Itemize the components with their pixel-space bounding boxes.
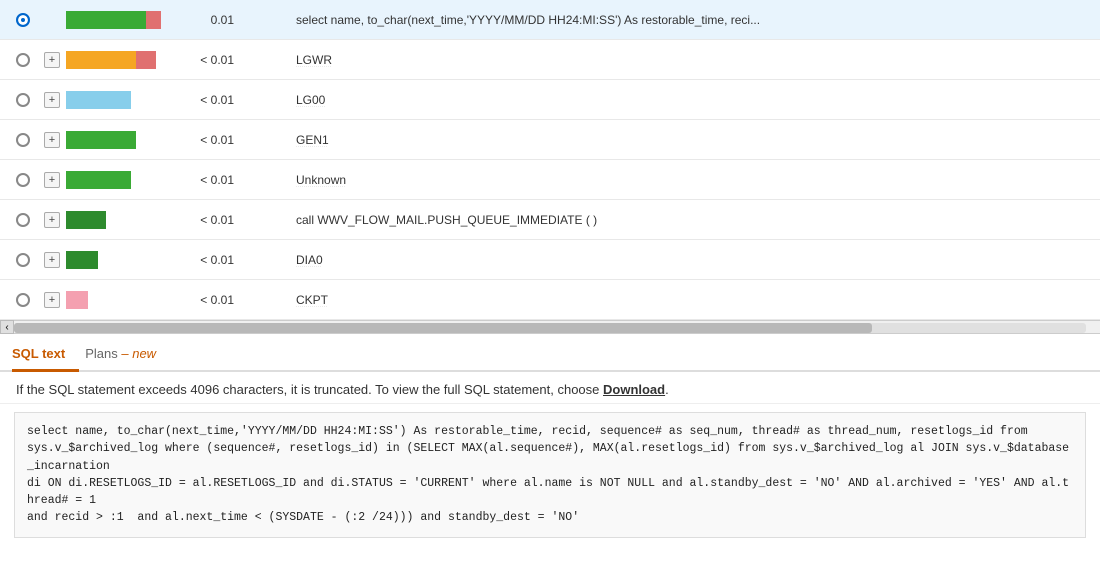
sql-code-block: select name, to_char(next_time,'YYYY/MM/… (14, 412, 1086, 538)
table-row[interactable]: + < 0.01 LGWR (0, 40, 1100, 80)
row-value: < 0.01 (190, 213, 240, 227)
row-text: Unknown (286, 173, 1092, 187)
bar-segment (146, 11, 161, 29)
scroll-left-button[interactable]: ‹ (0, 320, 14, 334)
bar-container (66, 51, 186, 69)
bar-segment (66, 211, 106, 229)
table-row[interactable]: + < 0.01 GEN1 (0, 120, 1100, 160)
radio-button[interactable] (16, 253, 30, 267)
expand-button[interactable]: + (44, 92, 60, 108)
radio-button[interactable] (16, 13, 30, 27)
bar-segment (66, 11, 146, 29)
bar-col: < 0.01 (66, 291, 286, 309)
expand-col: + (38, 132, 66, 148)
table-row[interactable]: 0.01 select name, to_char(next_time,'YYYY… (0, 0, 1100, 40)
row-value: < 0.01 (190, 173, 240, 187)
bar-segment (66, 91, 131, 109)
row-text: select name, to_char(next_time,'YYYY/MM/… (286, 13, 1092, 27)
tab-plans-label: Plans (85, 346, 118, 361)
row-value: < 0.01 (190, 53, 240, 67)
info-download-link[interactable]: Download (603, 382, 665, 397)
expand-col: + (38, 172, 66, 188)
table-row[interactable]: + < 0.01 DIA0 (0, 240, 1100, 280)
row-value: < 0.01 (190, 93, 240, 107)
row-radio-col (8, 253, 38, 267)
bar-container (66, 11, 186, 29)
row-radio-col (8, 173, 38, 187)
row-text: LGWR (286, 53, 1092, 67)
row-text: LG00 (286, 93, 1092, 107)
tab-sql-text[interactable]: SQL text (12, 338, 79, 372)
row-radio-col (8, 53, 38, 67)
row-text: call WWV_FLOW_MAIL.PUSH_QUEUE_IMMEDIATE … (286, 213, 1092, 227)
bar-col: 0.01 (66, 11, 286, 29)
row-text: GEN1 (286, 133, 1092, 147)
row-text: DIA0 (286, 253, 1092, 267)
expand-col: + (38, 52, 66, 68)
table-section: 0.01 select name, to_char(next_time,'YYYY… (0, 0, 1100, 334)
row-value: < 0.01 (190, 293, 240, 307)
radio-button[interactable] (16, 213, 30, 227)
bar-segment (66, 171, 131, 189)
radio-button[interactable] (16, 173, 30, 187)
row-radio-col (8, 293, 38, 307)
table-row[interactable]: + < 0.01 call WWV_FLOW_MAIL.PUSH_QUEUE_IMM… (0, 200, 1100, 240)
bar-container (66, 131, 186, 149)
expand-button[interactable]: + (44, 292, 60, 308)
bar-container (66, 91, 186, 109)
expand-col: + (38, 92, 66, 108)
table-row[interactable]: + < 0.01 Unknown (0, 160, 1100, 200)
row-value: < 0.01 (190, 133, 240, 147)
bar-container (66, 291, 186, 309)
info-panel: If the SQL statement exceeds 4096 charac… (0, 372, 1100, 404)
expand-button[interactable]: + (44, 172, 60, 188)
radio-button[interactable] (16, 293, 30, 307)
bar-col: < 0.01 (66, 211, 286, 229)
info-end: . (665, 382, 669, 397)
expand-col: + (38, 292, 66, 308)
bar-col: < 0.01 (66, 251, 286, 269)
row-radio-col (8, 213, 38, 227)
expand-button[interactable]: + (44, 52, 60, 68)
bar-col: < 0.01 (66, 91, 286, 109)
bar-segment (66, 251, 98, 269)
table-row[interactable]: + < 0.01 LG00 (0, 80, 1100, 120)
bar-col: < 0.01 (66, 51, 286, 69)
bar-segment (66, 51, 136, 69)
bar-segment (66, 291, 88, 309)
expand-col: + (38, 252, 66, 268)
tabs-bar: SQL text Plans – new (0, 334, 1100, 372)
expand-button[interactable]: + (44, 132, 60, 148)
bar-segment (66, 131, 136, 149)
row-radio-col (8, 93, 38, 107)
tab-sql-text-label: SQL text (12, 346, 65, 361)
tab-plans[interactable]: Plans – new (85, 338, 170, 372)
bar-col: < 0.01 (66, 131, 286, 149)
expand-button[interactable]: + (44, 212, 60, 228)
radio-button[interactable] (16, 133, 30, 147)
table-row[interactable]: + < 0.01 CKPT (0, 280, 1100, 320)
expand-button[interactable]: + (44, 252, 60, 268)
bar-container (66, 211, 186, 229)
tab-plans-dash: – new (118, 346, 156, 361)
row-radio-col (8, 133, 38, 147)
info-text: If the SQL statement exceeds 4096 charac… (16, 382, 603, 397)
bar-container (66, 251, 186, 269)
radio-button[interactable] (16, 93, 30, 107)
row-radio-col (8, 13, 38, 27)
row-value: < 0.01 (190, 253, 240, 267)
bar-col: < 0.01 (66, 171, 286, 189)
row-value: 0.01 (190, 13, 240, 27)
radio-button[interactable] (16, 53, 30, 67)
row-text: CKPT (286, 293, 1092, 307)
bar-segment (136, 51, 156, 69)
horizontal-scrollbar[interactable]: ‹ (0, 320, 1100, 334)
bar-container (66, 171, 186, 189)
expand-col: + (38, 212, 66, 228)
